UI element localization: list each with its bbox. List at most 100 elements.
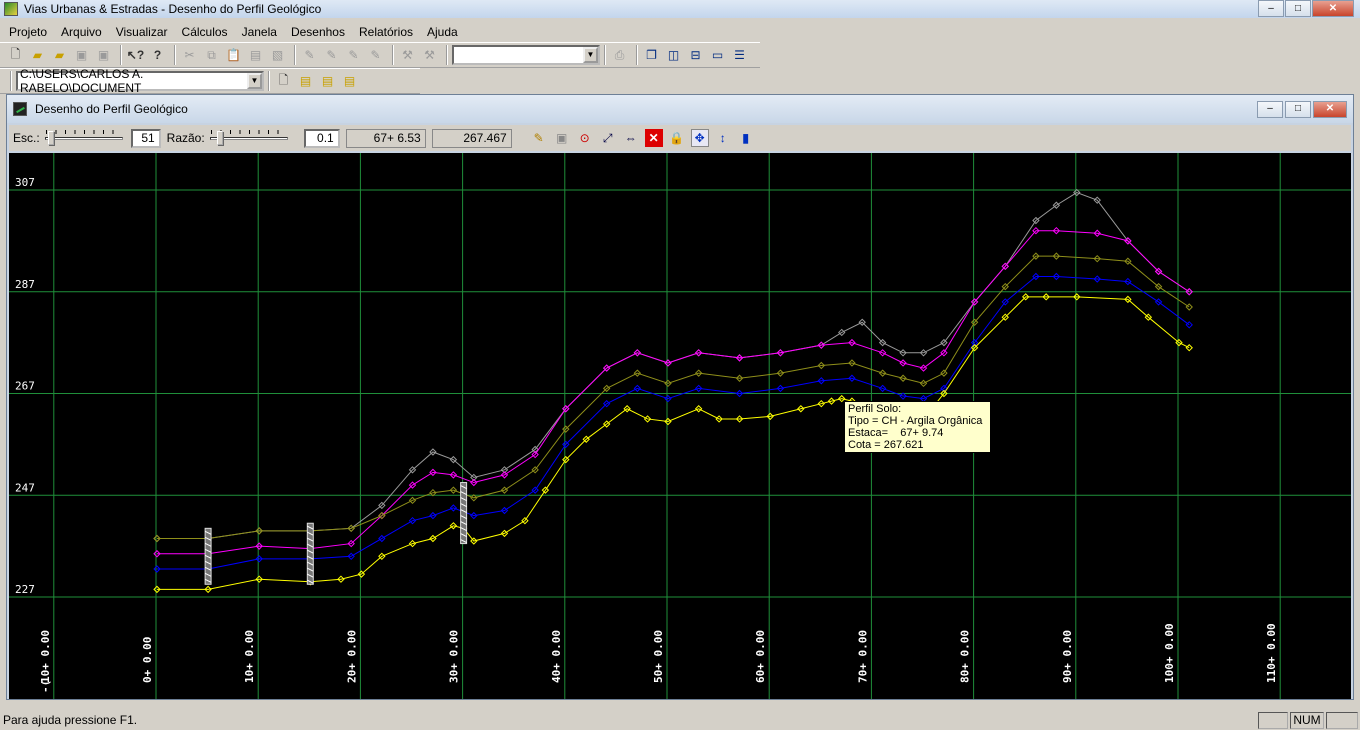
- delete-doc-icon[interactable]: ▧: [268, 46, 287, 65]
- pan-icon[interactable]: ✥: [690, 129, 709, 147]
- chevron-down-icon[interactable]: ▼: [247, 73, 262, 89]
- toolbar-separator: [10, 71, 12, 91]
- menu-janela[interactable]: Janela: [235, 25, 284, 39]
- paste-icon[interactable]: 📋: [224, 46, 243, 65]
- vertical-move-icon[interactable]: ↕: [714, 129, 732, 147]
- lock-icon[interactable]: 🔒: [668, 129, 686, 147]
- x-tick-label: 20+ 0.00: [345, 630, 358, 683]
- slider-thumb[interactable]: [216, 131, 223, 145]
- y-tick-label: 227: [15, 583, 35, 596]
- menu-desenhos[interactable]: Desenhos: [284, 25, 352, 39]
- scale-value-field[interactable]: 51: [130, 128, 161, 148]
- print-icon[interactable]: ⎙: [610, 46, 629, 65]
- minimize-button[interactable]: ‒: [1258, 0, 1284, 17]
- x-tick-label: 10+ 0.00: [243, 630, 256, 683]
- profile-point: [1185, 303, 1193, 311]
- save-icon[interactable]: ▣: [72, 46, 91, 65]
- open-project-icon[interactable]: ▰: [50, 46, 69, 65]
- toolbar-separator: [174, 45, 176, 65]
- tool-d-icon[interactable]: ✎: [366, 46, 385, 65]
- ratio-value-field[interactable]: 0.1: [303, 128, 340, 148]
- menu-ajuda[interactable]: Ajuda: [420, 25, 465, 39]
- profile-chart[interactable]: 307 287 267 247 227 10+ 0.00 0+ 0.00 10+ 0.00 20…: [9, 153, 1351, 699]
- x-tick-label: 10+ 0.00: [39, 630, 52, 683]
- tile-vertical-icon[interactable]: ◫: [664, 46, 683, 65]
- tool-b-icon[interactable]: ✎: [322, 46, 341, 65]
- export-doc-icon[interactable]: ▤: [318, 72, 337, 91]
- new-document-icon[interactable]: 🗋: [274, 72, 293, 91]
- toolbar-separator: [604, 45, 606, 65]
- y-tick-label: 267: [15, 380, 35, 393]
- arrange-icons-icon[interactable]: ▭: [708, 46, 727, 65]
- x-tick-label: 70+ 0.00: [856, 630, 869, 683]
- status-panel-num: NUM: [1290, 711, 1324, 729]
- open-folder-icon[interactable]: ▰: [28, 46, 47, 65]
- copy-icon[interactable]: ⧉: [202, 46, 221, 65]
- tooltip-line-2: Tipo = CH - Argila Orgânica: [848, 415, 983, 427]
- child-maximize-button[interactable]: □: [1285, 101, 1311, 118]
- tool-c-icon[interactable]: ✎: [344, 46, 363, 65]
- profile-series-line: [157, 230, 1190, 555]
- chevron-down-icon[interactable]: ▼: [583, 47, 598, 63]
- status-message: Para ajuda pressione F1.: [3, 713, 138, 727]
- cascade-icon[interactable]: ❐: [642, 46, 661, 65]
- toolbar-separator: [446, 45, 448, 65]
- edit-doc-icon[interactable]: ▤: [340, 72, 359, 91]
- ratio-slider[interactable]: [208, 129, 290, 147]
- tooltip-line-4: Cota = 267.621: [848, 439, 924, 451]
- status-bar: Para ajuda pressione F1. NUM: [0, 710, 1360, 730]
- profile-plot[interactable]: 307 287 267 247 227 10+ 0.00 0+ 0.00 10+ 0.00 20…: [9, 153, 1351, 699]
- app-title-bar: Vias Urbanas & Estradas - Desenho do Per…: [0, 0, 1360, 18]
- scale-slider[interactable]: [43, 129, 125, 147]
- new-file-icon[interactable]: 🗋: [6, 46, 25, 65]
- toolbar-separator: [294, 45, 296, 65]
- child-close-button[interactable]: ✕: [1313, 101, 1347, 118]
- profile-icon: [13, 102, 27, 116]
- path-toolbar: C:\USERS\CARLOS A. RABELO\DOCUMENT ▼ 🗋 ▤…: [0, 67, 420, 95]
- tool-f-icon[interactable]: ⚒: [420, 46, 439, 65]
- menu-visualizar[interactable]: Visualizar: [109, 25, 175, 39]
- document-icon[interactable]: ▤: [246, 46, 265, 65]
- fit-width-icon[interactable]: ⇔: [622, 129, 640, 147]
- close-button[interactable]: ✕: [1312, 0, 1354, 17]
- y-tick-label: 247: [15, 481, 35, 494]
- tool-a-icon[interactable]: ✎: [300, 46, 319, 65]
- x-tick-label: 30+ 0.00: [448, 630, 461, 683]
- cursor-bar-icon[interactable]: ▮: [737, 129, 755, 147]
- context-help-icon[interactable]: ↖?: [126, 46, 145, 65]
- app-icon: [4, 2, 18, 16]
- layer-select[interactable]: ▼: [452, 45, 600, 65]
- path-value: C:\USERS\CARLOS A. RABELO\DOCUMENT: [20, 67, 144, 95]
- cut-icon[interactable]: ✂: [180, 46, 199, 65]
- tile-horizontal-icon[interactable]: ⊟: [686, 46, 705, 65]
- delete-icon[interactable]: ✕: [644, 129, 663, 147]
- x-tick-label: 50+ 0.00: [652, 630, 665, 683]
- slider-track: [44, 137, 123, 140]
- x-tick-label: 0+ 0.00: [141, 637, 154, 683]
- maximize-button[interactable]: □: [1285, 0, 1311, 17]
- toolbar-separator: [268, 71, 270, 91]
- elevation-readout-value: 267.467: [463, 131, 507, 145]
- station-readout-value: 67+ 6.53: [373, 131, 421, 145]
- edit-properties-icon[interactable]: ✎: [530, 129, 548, 147]
- open-doc-icon[interactable]: ▤: [296, 72, 315, 91]
- window-list-icon[interactable]: ☰: [730, 46, 749, 65]
- menu-calculos[interactable]: Cálculos: [175, 25, 235, 39]
- ratio-value: 0.1: [317, 131, 334, 145]
- save-all-icon[interactable]: ▣: [94, 46, 113, 65]
- child-minimize-button[interactable]: ‒: [1257, 101, 1283, 118]
- slider-thumb[interactable]: [48, 131, 55, 145]
- zoom-extents-icon[interactable]: ⤢: [599, 129, 617, 147]
- tooltip-line-3: Estaca= 67+ 9.74: [848, 427, 944, 439]
- menu-relatorios[interactable]: Relatórios: [352, 25, 420, 39]
- menu-arquivo[interactable]: Arquivo: [54, 25, 109, 39]
- disk-icon[interactable]: ▣: [553, 129, 571, 147]
- path-select[interactable]: C:\USERS\CARLOS A. RABELO\DOCUMENT ▼: [16, 67, 264, 95]
- x-tick-label: 40+ 0.00: [550, 630, 563, 683]
- x-tick-label: 80+ 0.00: [959, 630, 972, 683]
- tool-e-icon[interactable]: ⚒: [398, 46, 417, 65]
- help-icon[interactable]: ?: [148, 46, 167, 65]
- zoom-search-icon[interactable]: ⊙: [576, 129, 594, 147]
- menu-projeto[interactable]: Projeto: [2, 25, 54, 39]
- status-panel-scroll: [1326, 711, 1358, 729]
